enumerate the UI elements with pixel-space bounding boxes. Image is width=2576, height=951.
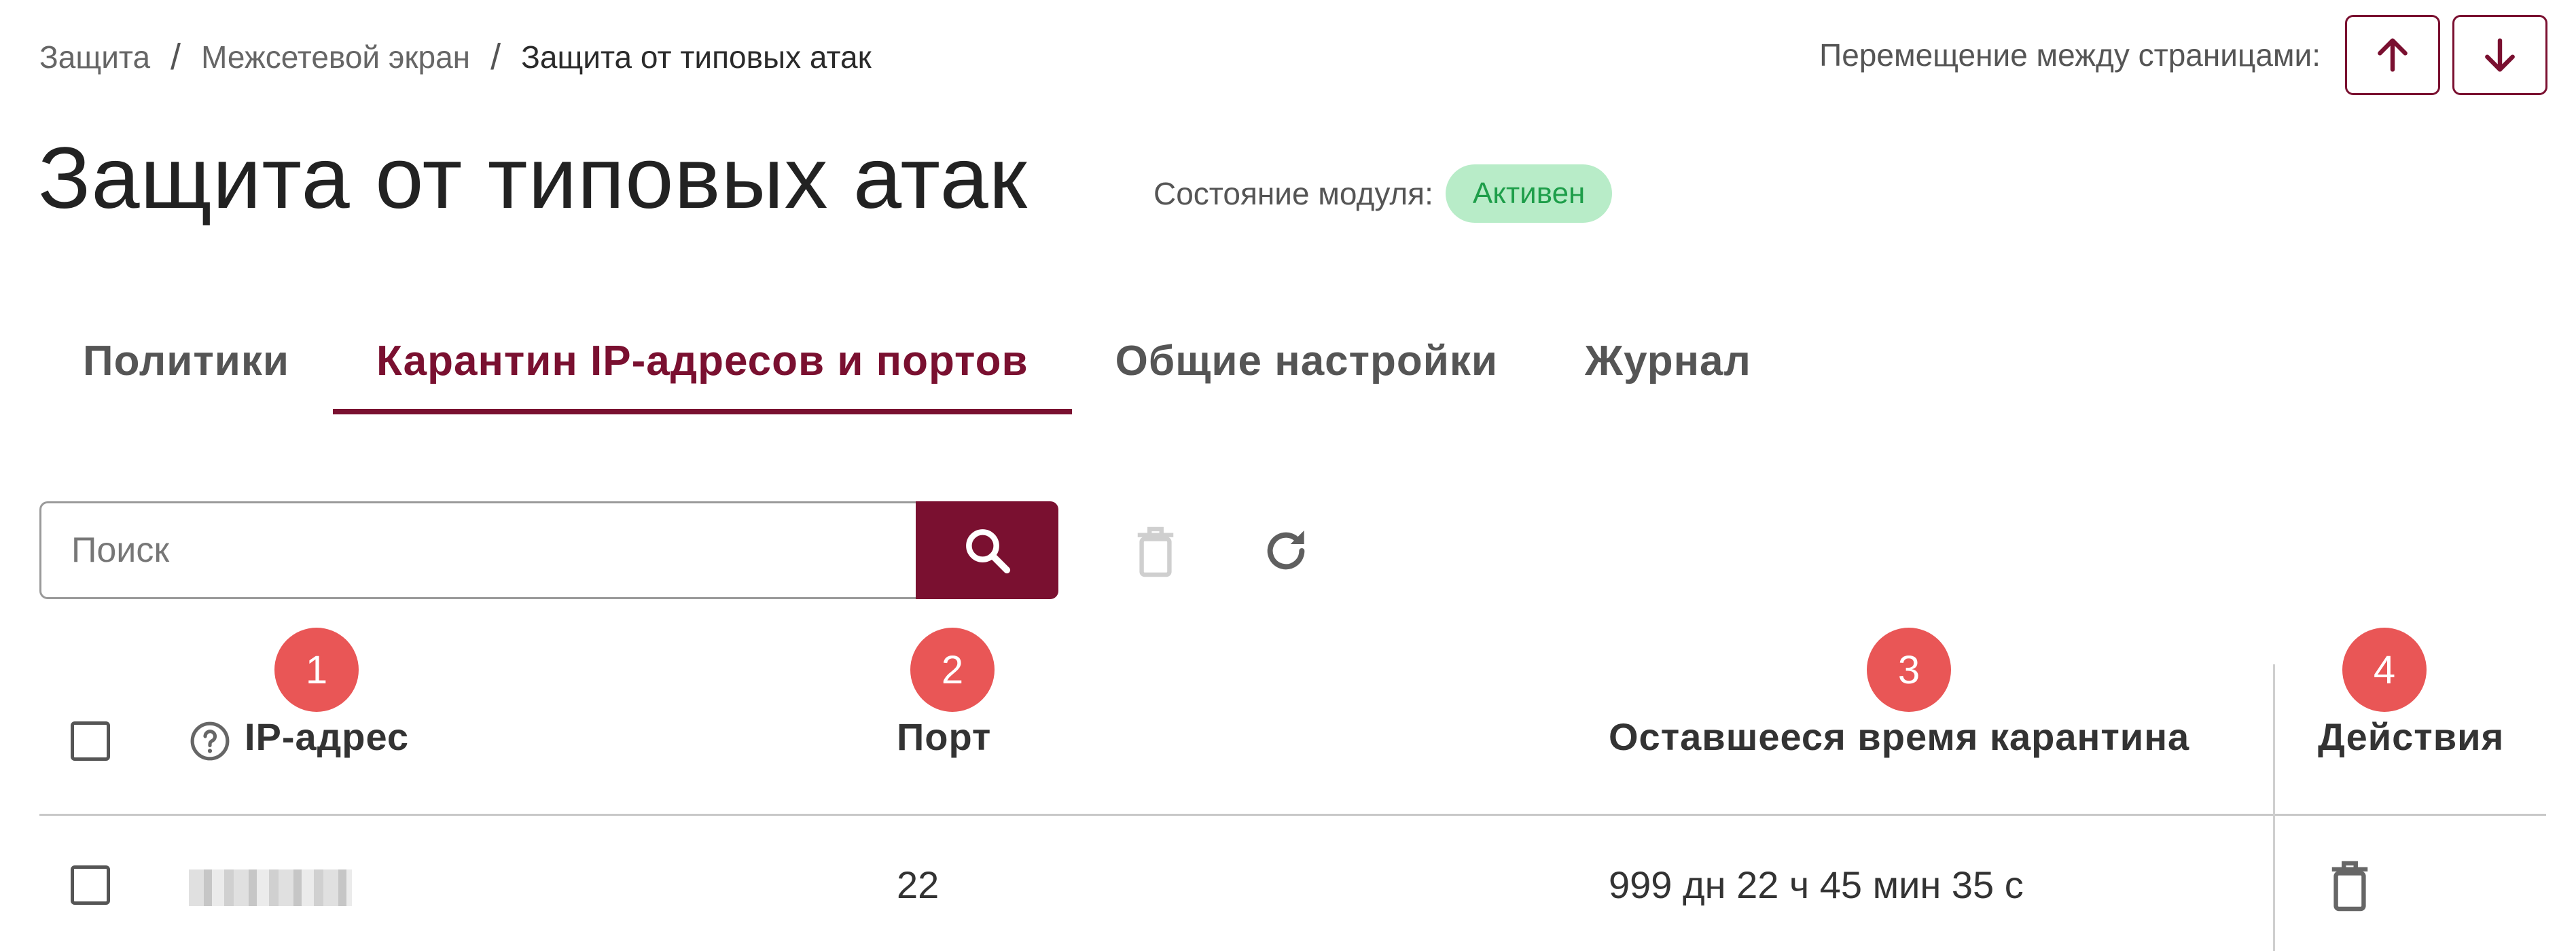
search-icon bbox=[966, 529, 1011, 574]
tab-bar: Политики Карантин IP-адресов и портов Об… bbox=[39, 319, 1795, 414]
column-header-actions: Действия bbox=[2318, 715, 2505, 758]
breadcrumb-separator: / bbox=[490, 37, 501, 77]
trash-icon bbox=[2331, 861, 2368, 912]
select-all-checkbox[interactable] bbox=[71, 721, 110, 761]
column-header-port[interactable]: Порт bbox=[897, 715, 991, 759]
column-divider bbox=[2273, 664, 2275, 951]
port-cell: 22 bbox=[897, 863, 940, 906]
breadcrumb-item-firewall[interactable]: Межсетевой экран bbox=[201, 39, 470, 75]
status-badge: Активен bbox=[1445, 164, 1613, 223]
ip-address-cell bbox=[189, 869, 352, 906]
module-state: Состояние модуля: Активен bbox=[1153, 164, 1613, 223]
trash-icon bbox=[1137, 526, 1174, 577]
page-title: Защита от типовых атак bbox=[38, 130, 1028, 227]
marker-4: 4 bbox=[2342, 628, 2427, 712]
tab-policies[interactable]: Политики bbox=[39, 319, 333, 414]
breadcrumb-item-protection[interactable]: Защита bbox=[39, 39, 150, 75]
search-input[interactable]: Поиск bbox=[39, 501, 916, 599]
page-down-button[interactable] bbox=[2452, 15, 2547, 95]
time-left-cell: 999 дн 22 ч 45 мин 35 с bbox=[1609, 863, 2024, 906]
arrow-up-icon bbox=[2378, 38, 2408, 72]
column-header-ip[interactable]: IP-адрес bbox=[245, 715, 409, 759]
breadcrumb-item-current: Защита от типовых атак bbox=[521, 39, 872, 75]
table-header-divider bbox=[39, 814, 2546, 816]
tab-quarantine[interactable]: Карантин IP-адресов и портов bbox=[333, 319, 1072, 414]
column-header-time-left[interactable]: Оставшееся время карантина bbox=[1609, 715, 2189, 759]
module-state-label: Состояние модуля: bbox=[1153, 176, 1433, 211]
breadcrumb-separator: / bbox=[171, 37, 181, 77]
delete-selected-button[interactable] bbox=[1125, 520, 1186, 581]
search-bar: Поиск bbox=[39, 501, 1058, 599]
page-navigation: Перемещение между страницами: bbox=[1819, 15, 2547, 95]
marker-2: 2 bbox=[910, 628, 995, 712]
refresh-button[interactable] bbox=[1255, 520, 1317, 581]
page-navigation-label: Перемещение между страницами: bbox=[1819, 37, 2321, 73]
arrow-down-icon bbox=[2485, 38, 2515, 72]
refresh-icon bbox=[1267, 531, 1305, 570]
marker-1: 1 bbox=[274, 628, 359, 712]
delete-row-button[interactable] bbox=[2326, 857, 2374, 916]
search-button[interactable] bbox=[916, 501, 1058, 599]
breadcrumb: Защита / Межсетевой экран / Защита от ти… bbox=[39, 30, 872, 84]
ip-help-icon[interactable] bbox=[189, 720, 231, 766]
tab-journal[interactable]: Журнал bbox=[1541, 319, 1795, 414]
page-up-button[interactable] bbox=[2345, 15, 2440, 95]
marker-3: 3 bbox=[1867, 628, 1951, 712]
row-checkbox[interactable] bbox=[71, 865, 110, 905]
tab-general-settings[interactable]: Общие настройки bbox=[1072, 319, 1541, 414]
